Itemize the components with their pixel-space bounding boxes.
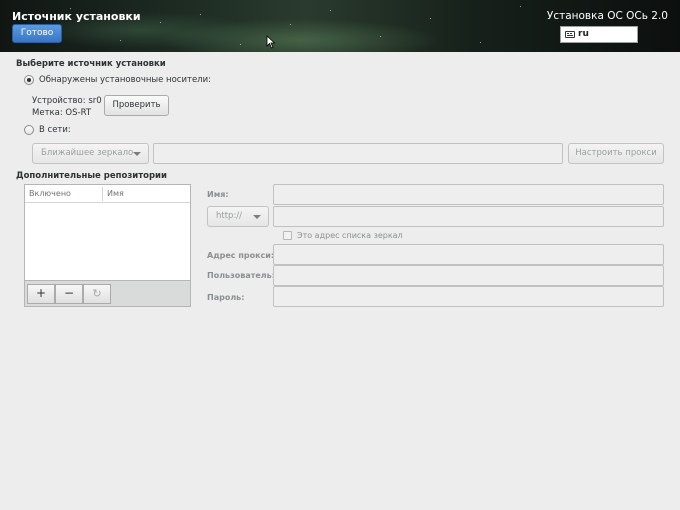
done-button[interactable]: Готово xyxy=(12,24,62,43)
mirrorlist-checkbox[interactable] xyxy=(283,231,292,240)
repo-toolbar: + − ↻ xyxy=(25,280,190,306)
chevron-down-icon xyxy=(133,152,141,156)
remove-repo-button[interactable]: − xyxy=(55,284,83,304)
media-radio[interactable] xyxy=(24,75,34,85)
repo-user-input[interactable] xyxy=(273,265,664,286)
source-section-title: Выберите источник установки xyxy=(16,59,166,69)
proxy-settings-button[interactable]: Настроить прокси xyxy=(568,143,664,164)
keyboard-icon xyxy=(565,31,575,38)
repo-protocol-value: http:// xyxy=(216,211,243,221)
mouse-pointer-icon xyxy=(266,35,276,49)
column-enabled[interactable]: Включено xyxy=(29,189,71,198)
volume-label: Метка: OS-RT xyxy=(32,108,92,118)
repo-name-label: Имя: xyxy=(207,190,229,199)
repo-name-input[interactable] xyxy=(273,184,664,205)
network-radio[interactable] xyxy=(24,125,34,135)
repos-section-title: Дополнительные репозитории xyxy=(16,171,167,181)
chevron-down-icon xyxy=(253,215,261,219)
device-label: Устройство: sr0 xyxy=(32,96,102,106)
column-name[interactable]: Имя xyxy=(107,189,124,198)
repo-protocol-combo[interactable]: http:// xyxy=(207,206,269,227)
keyboard-layout-indicator[interactable]: ru xyxy=(560,26,638,43)
add-repo-button[interactable]: + xyxy=(27,284,55,304)
product-title: Установка ОС ОСь 2.0 xyxy=(546,10,668,22)
repo-proxy-input[interactable] xyxy=(273,244,664,265)
network-option-label[interactable]: В сети: xyxy=(39,125,71,135)
repo-list-header: Включено Имя xyxy=(25,185,190,203)
verify-button[interactable]: Проверить xyxy=(104,95,169,116)
network-protocol-value: Ближайшее зеркало xyxy=(41,148,134,158)
refresh-repo-button[interactable]: ↻ xyxy=(83,284,111,304)
repo-password-input[interactable] xyxy=(273,286,664,307)
network-protocol-combo[interactable]: Ближайшее зеркало xyxy=(32,143,149,164)
repo-list[interactable]: Включено Имя + − ↻ xyxy=(24,184,191,307)
keyboard-layout-label: ru xyxy=(578,29,589,39)
media-option-label[interactable]: Обнаружены установочные носители: xyxy=(39,75,211,85)
repo-proxy-label: Адрес прокси: xyxy=(207,251,275,260)
page-title: Источник установки xyxy=(12,10,141,23)
repo-password-label: Пароль: xyxy=(207,293,245,302)
repo-user-label: Пользователь: xyxy=(207,271,275,280)
repo-url-input[interactable] xyxy=(273,206,664,227)
mirrorlist-label[interactable]: Это адрес списка зеркал xyxy=(297,231,403,240)
header-bar: Источник установки Готово Установка ОС О… xyxy=(0,0,680,52)
network-url-input[interactable] xyxy=(153,143,563,164)
